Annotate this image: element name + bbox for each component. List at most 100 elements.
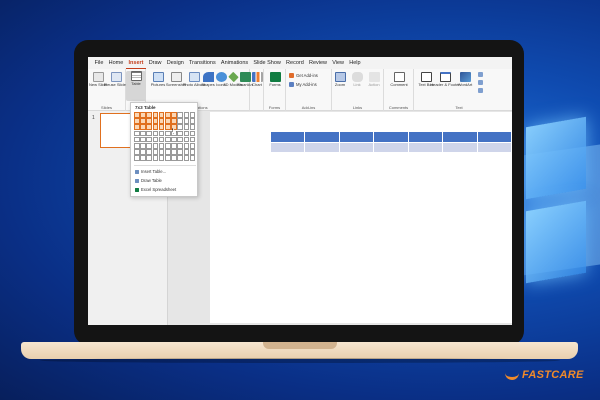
grid-cell[interactable] [183, 142, 190, 149]
grid-cell[interactable] [171, 149, 177, 155]
table-cell[interactable] [408, 142, 444, 152]
grid-cell[interactable] [189, 112, 196, 118]
grid-cell[interactable] [140, 155, 146, 161]
table-header-cell[interactable] [408, 132, 444, 142]
grid-cell[interactable] [158, 130, 165, 137]
grid-cell[interactable] [171, 124, 177, 130]
grid-cell[interactable] [164, 136, 171, 143]
grid-cell[interactable] [183, 124, 190, 130]
grid-cell[interactable] [164, 118, 171, 124]
tab-view[interactable]: View [330, 57, 347, 69]
grid-cell[interactable] [189, 124, 196, 130]
grid-cell[interactable] [152, 155, 159, 161]
grid-cell[interactable] [189, 118, 196, 124]
get-addins-button[interactable]: Get Add-ins [289, 73, 318, 78]
grid-cell[interactable] [134, 118, 140, 124]
grid-cell[interactable] [189, 149, 196, 155]
grid-cell[interactable] [177, 130, 183, 137]
grid-cell[interactable] [140, 149, 146, 155]
grid-cell[interactable] [171, 136, 177, 143]
grid-cell[interactable] [140, 142, 146, 149]
forms-button[interactable]: Forms [265, 72, 285, 88]
table-cell[interactable] [305, 142, 340, 152]
grid-cell[interactable] [152, 130, 159, 137]
slide-number-button[interactable] [478, 80, 483, 85]
excel-spreadsheet-item[interactable]: Excel Spreadsheet [135, 187, 176, 192]
grid-cell[interactable] [140, 112, 146, 118]
grid-cell[interactable] [146, 136, 152, 143]
grid-cell[interactable] [152, 149, 159, 155]
grid-cell[interactable] [152, 124, 159, 130]
insert-table-item[interactable]: Insert Table... [135, 169, 166, 174]
grid-cell[interactable] [189, 136, 196, 143]
table-cell[interactable] [477, 142, 512, 152]
table-header-cell[interactable] [443, 132, 478, 142]
grid-cell[interactable] [152, 142, 159, 149]
tab-insert[interactable]: Insert [125, 57, 147, 69]
grid-cell[interactable] [164, 149, 171, 155]
table-cell[interactable] [443, 142, 478, 152]
tab-animations[interactable]: Animations [218, 57, 250, 69]
date-time-button[interactable] [478, 72, 483, 77]
grid-cell[interactable] [140, 124, 146, 130]
tab-help[interactable]: Help [347, 57, 364, 69]
tab-record[interactable]: Record [283, 57, 306, 69]
grid-cell[interactable] [183, 112, 190, 118]
grid-cell[interactable] [146, 149, 152, 155]
table-header-cell[interactable] [305, 132, 340, 142]
grid-cell[interactable] [171, 112, 177, 118]
grid-cell[interactable] [134, 155, 140, 161]
grid-cell[interactable] [134, 136, 140, 143]
grid-cell[interactable] [134, 124, 140, 130]
tab-slide-show[interactable]: Slide Show [251, 57, 284, 69]
table-header-cell[interactable] [374, 132, 409, 142]
draw-table-item[interactable]: Draw Table [135, 178, 162, 183]
grid-cell[interactable] [152, 136, 159, 143]
grid-cell[interactable] [177, 155, 183, 161]
grid-cell[interactable] [183, 130, 190, 137]
grid-cell[interactable] [134, 130, 140, 137]
tab-design[interactable]: Design [164, 57, 186, 69]
my-addins-button[interactable]: My Add-ins [289, 82, 317, 87]
grid-cell[interactable] [177, 112, 183, 118]
grid-cell[interactable] [158, 112, 165, 118]
grid-cell[interactable] [171, 118, 177, 124]
tab-home[interactable]: Home [106, 57, 126, 69]
grid-cell[interactable] [177, 142, 183, 149]
chart-button[interactable]: Chart [250, 72, 264, 88]
grid-cell[interactable] [146, 142, 152, 149]
grid-cell[interactable] [146, 118, 152, 124]
table-header-cell[interactable] [477, 132, 512, 142]
grid-cell[interactable] [164, 124, 171, 130]
grid-cell[interactable] [140, 130, 146, 137]
grid-cell[interactable] [158, 149, 165, 155]
grid-cell[interactable] [134, 149, 140, 155]
grid-cell[interactable] [134, 142, 140, 149]
grid-cell[interactable] [140, 136, 146, 143]
grid-cell[interactable] [164, 155, 171, 161]
table-header-cell[interactable] [271, 132, 306, 142]
grid-cell[interactable] [152, 118, 159, 124]
wordart-button[interactable]: WordArt [456, 72, 474, 88]
table-cell[interactable] [339, 142, 375, 152]
table-cell[interactable] [374, 142, 409, 152]
grid-cell[interactable] [177, 149, 183, 155]
grid-cell[interactable] [164, 142, 171, 149]
grid-cell[interactable] [171, 142, 177, 149]
grid-cell[interactable] [171, 155, 177, 161]
grid-cell[interactable] [140, 118, 146, 124]
action-button[interactable]: Action [366, 72, 382, 88]
grid-cell[interactable] [164, 130, 171, 137]
grid-cell[interactable] [177, 124, 183, 130]
grid-cell[interactable] [158, 142, 165, 149]
table-header-cell[interactable] [339, 132, 375, 142]
table-button[interactable]: Table [126, 71, 146, 101]
grid-cell[interactable] [134, 112, 140, 118]
table-cell[interactable] [271, 142, 306, 152]
grid-cell[interactable] [183, 118, 190, 124]
grid-cell[interactable] [158, 124, 165, 130]
reuse-slides-button[interactable]: Reuse Slides [104, 72, 128, 88]
header-footer-button[interactable]: Header & Footer [430, 72, 460, 88]
grid-cell[interactable] [177, 136, 183, 143]
link-button[interactable]: Link [349, 72, 365, 88]
